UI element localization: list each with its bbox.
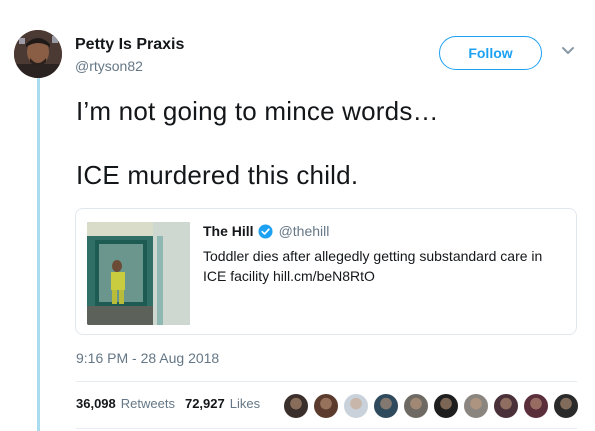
quoted-author-handle[interactable]: @thehill [279, 223, 330, 239]
retweets-count[interactable]: 36,098 [76, 396, 116, 411]
quoted-tweet-card[interactable]: The Hill @thehill Toddler dies after all… [75, 208, 577, 335]
retweets-label[interactable]: Retweets [121, 396, 175, 411]
quoted-author-name[interactable]: The Hill [203, 223, 254, 239]
likes-count[interactable]: 72,927 [185, 396, 225, 411]
author-display-name[interactable]: Petty Is Praxis [75, 36, 184, 54]
divider [76, 428, 577, 429]
tweet-text-line-2: ICE murdered this child. [76, 160, 359, 190]
quoted-tweet-text: Toddler dies after allegedly getting sub… [203, 248, 543, 284]
follow-button[interactable]: Follow [439, 36, 542, 70]
tweet-stats: 36,098 Retweets 72,927 Likes [76, 396, 260, 411]
verified-badge-icon [258, 223, 273, 239]
tweet-timestamp[interactable]: 9:16 PM - 28 Aug 2018 [76, 350, 219, 366]
liker-avatar[interactable] [283, 393, 309, 419]
tweet-text-line-1: I’m not going to mince words… [76, 96, 439, 126]
thread-line [37, 72, 40, 431]
liker-avatar[interactable] [433, 393, 459, 419]
quoted-tweet-header: The Hill @thehill [203, 223, 329, 239]
quoted-tweet-thumbnail [87, 222, 190, 325]
liker-avatar[interactable] [523, 393, 549, 419]
chevron-down-icon[interactable] [561, 46, 575, 56]
likes-label[interactable]: Likes [230, 396, 260, 411]
liker-avatar[interactable] [373, 393, 399, 419]
author-avatar[interactable] [14, 30, 62, 78]
liker-avatar[interactable] [343, 393, 369, 419]
liker-avatar[interactable] [403, 393, 429, 419]
avatar-image [14, 30, 62, 78]
liker-avatar[interactable] [463, 393, 489, 419]
liker-avatar[interactable] [553, 393, 579, 419]
liker-avatar[interactable] [493, 393, 519, 419]
divider [76, 381, 577, 382]
liker-avatar[interactable] [313, 393, 339, 419]
likers-avatar-row [283, 393, 579, 419]
author-handle[interactable]: @rtyson82 [75, 58, 143, 74]
